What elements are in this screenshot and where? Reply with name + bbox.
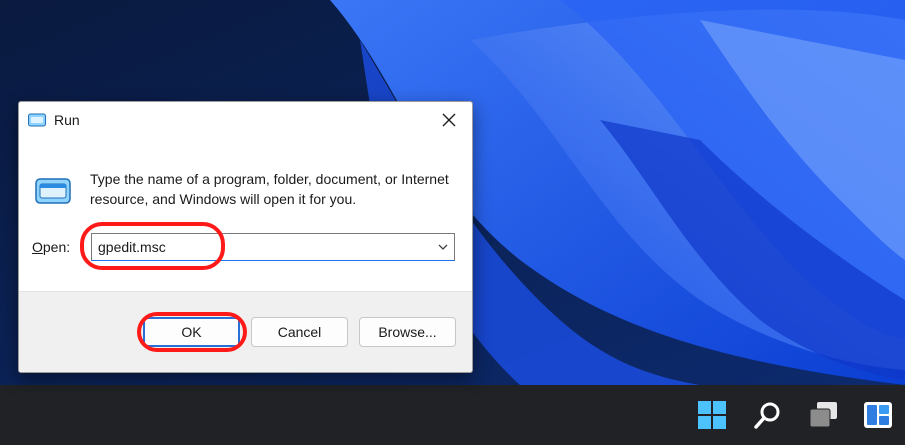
run-dialog: Run Type the name of a program, folder, … [18,101,473,373]
open-label: Open: [32,239,71,255]
open-input-value[interactable]: gpedit.msc [98,239,166,255]
ok-button[interactable]: OK [143,317,240,347]
cancel-button[interactable]: Cancel [251,317,348,347]
search-icon[interactable] [752,399,784,431]
dialog-description: Type the name of a program, folder, docu… [90,171,449,207]
close-icon [442,113,456,127]
run-app-icon [28,113,46,127]
task-view-icon[interactable] [808,399,840,431]
title-bar[interactable]: Run [19,102,472,138]
taskbar [0,385,905,445]
run-program-icon [35,178,71,204]
close-button[interactable] [426,102,472,138]
windows-start-icon[interactable] [696,399,728,431]
widgets-icon[interactable] [862,399,894,431]
open-combobox[interactable]: gpedit.msc [91,233,455,261]
button-bar: OK Cancel Browse... [19,291,472,372]
chevron-down-icon[interactable] [437,241,449,253]
dialog-title: Run [54,112,80,128]
browse-button[interactable]: Browse... [359,317,456,347]
